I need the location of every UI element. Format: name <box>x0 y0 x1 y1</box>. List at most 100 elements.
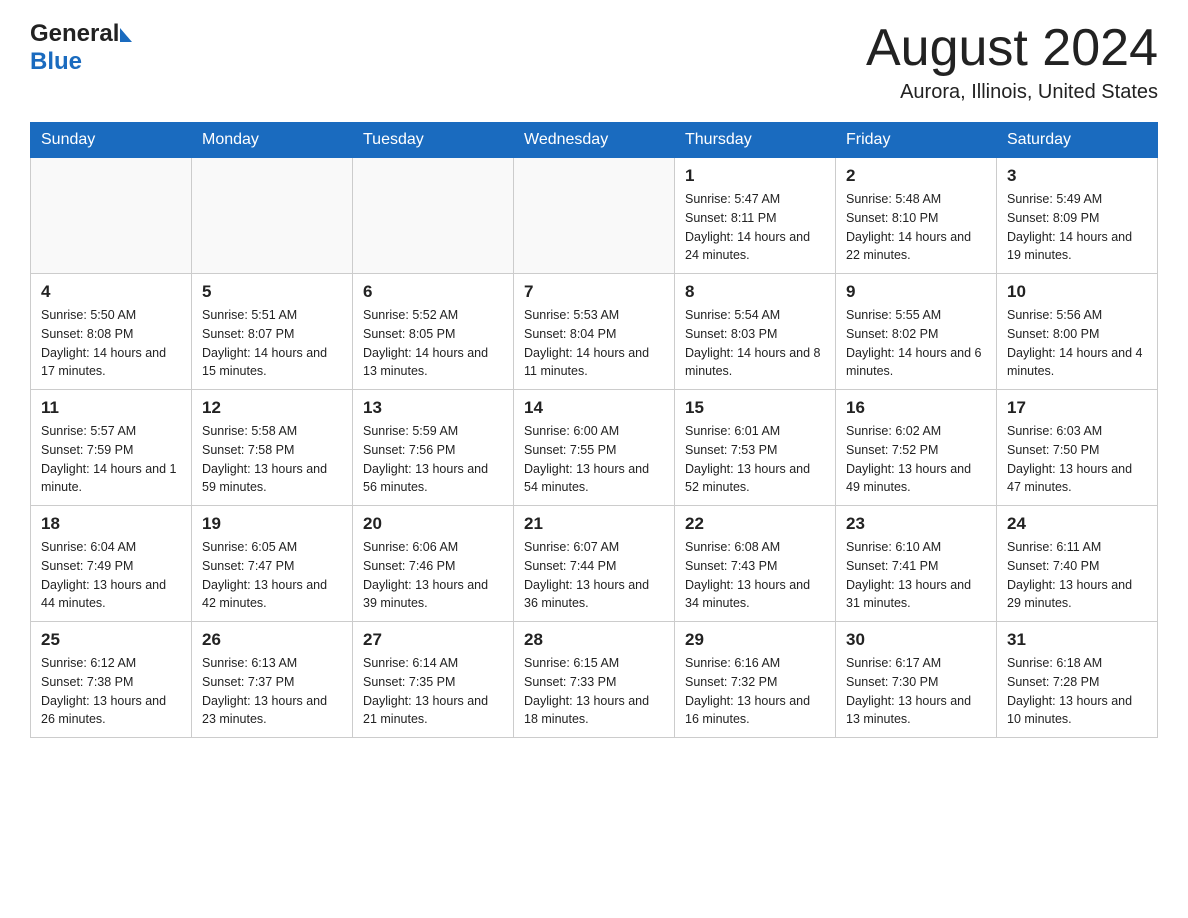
day-info: Sunrise: 6:14 AMSunset: 7:35 PMDaylight:… <box>363 654 503 729</box>
day-number: 9 <box>846 282 986 302</box>
day-cell: 26Sunrise: 6:13 AMSunset: 7:37 PMDayligh… <box>192 622 353 738</box>
day-number: 7 <box>524 282 664 302</box>
day-cell: 1Sunrise: 5:47 AMSunset: 8:11 PMDaylight… <box>675 158 836 274</box>
day-info: Sunrise: 6:06 AMSunset: 7:46 PMDaylight:… <box>363 538 503 613</box>
day-number: 17 <box>1007 398 1147 418</box>
day-number: 4 <box>41 282 181 302</box>
day-cell: 17 Sunrise: 6:03 AMSunset: 7:50 PMDayligh… <box>997 390 1158 506</box>
day-header-saturday: Saturday <box>997 123 1158 158</box>
day-info: Sunrise: 5:49 AMSunset: 8:09 PMDaylight:… <box>1007 190 1147 265</box>
day-info: Sunrise: 6:15 AMSunset: 7:33 PMDaylight:… <box>524 654 664 729</box>
day-cell: 4Sunrise: 5:50 AMSunset: 8:08 PMDaylight… <box>31 274 192 390</box>
day-info: Sunrise: 6:16 AMSunset: 7:32 PMDaylight:… <box>685 654 825 729</box>
day-number: 12 <box>202 398 342 418</box>
day-info: Sunrise: 5:47 AMSunset: 8:11 PMDaylight:… <box>685 190 825 265</box>
day-header-sunday: Sunday <box>31 123 192 158</box>
day-number: 31 <box>1007 630 1147 650</box>
day-cell: 18 Sunrise: 6:04 AMSunset: 7:49 PMDayligh… <box>31 506 192 622</box>
day-number: 8 <box>685 282 825 302</box>
calendar-header: SundayMondayTuesdayWednesdayThursdayFrid… <box>31 123 1158 158</box>
day-number: 23 <box>846 514 986 534</box>
day-number: 18 <box>41 514 181 534</box>
day-number: 24 <box>1007 514 1147 534</box>
day-info: Sunrise: 6:08 AMSunset: 7:43 PMDaylight:… <box>685 538 825 613</box>
day-cell: 5Sunrise: 5:51 AMSunset: 8:07 PMDaylight… <box>192 274 353 390</box>
day-header-monday: Monday <box>192 123 353 158</box>
day-cell: 8 Sunrise: 5:54 AMSunset: 8:03 PMDaylight… <box>675 274 836 390</box>
day-number: 21 <box>524 514 664 534</box>
day-cell: 28 Sunrise: 6:15 AMSunset: 7:33 PMDayligh… <box>514 622 675 738</box>
day-cell: 9 Sunrise: 5:55 AMSunset: 8:02 PMDaylight… <box>836 274 997 390</box>
week-row-1: 1Sunrise: 5:47 AMSunset: 8:11 PMDaylight… <box>31 158 1158 274</box>
day-cell: 6Sunrise: 5:52 AMSunset: 8:05 PMDaylight… <box>353 274 514 390</box>
day-info: Sunrise: 5:55 AMSunset: 8:02 PMDaylight:… <box>846 306 986 381</box>
week-row-5: 25Sunrise: 6:12 AMSunset: 7:38 PMDayligh… <box>31 622 1158 738</box>
week-row-3: 11 Sunrise: 5:57 AMSunset: 7:59 PMDayligh… <box>31 390 1158 506</box>
day-info: Sunrise: 6:10 AMSunset: 7:41 PMDaylight:… <box>846 538 986 613</box>
day-info: Sunrise: 6:18 AMSunset: 7:28 PMDaylight:… <box>1007 654 1147 729</box>
day-info: Sunrise: 6:01 AMSunset: 7:53 PMDaylight:… <box>685 422 825 497</box>
day-number: 26 <box>202 630 342 650</box>
day-info: Sunrise: 5:57 AMSunset: 7:59 PMDaylight:… <box>41 422 181 497</box>
day-cell: 2 Sunrise: 5:48 AMSunset: 8:10 PMDaylight… <box>836 158 997 274</box>
day-number: 15 <box>685 398 825 418</box>
day-cell <box>192 158 353 274</box>
page-header: General Blue August 2024 Aurora, Illinoi… <box>30 20 1158 104</box>
day-header-wednesday: Wednesday <box>514 123 675 158</box>
week-row-2: 4Sunrise: 5:50 AMSunset: 8:08 PMDaylight… <box>31 274 1158 390</box>
day-cell: 23 Sunrise: 6:10 AMSunset: 7:41 PMDayligh… <box>836 506 997 622</box>
day-cell <box>353 158 514 274</box>
day-cell: 31 Sunrise: 6:18 AMSunset: 7:28 PMDayligh… <box>997 622 1158 738</box>
day-info: Sunrise: 5:58 AMSunset: 7:58 PMDaylight:… <box>202 422 342 497</box>
logo-general-text: General <box>30 20 119 48</box>
day-info: Sunrise: 5:56 AMSunset: 8:00 PMDaylight:… <box>1007 306 1147 381</box>
day-number: 6 <box>363 282 503 302</box>
day-number: 10 <box>1007 282 1147 302</box>
day-number: 11 <box>41 398 181 418</box>
day-header-friday: Friday <box>836 123 997 158</box>
day-number: 13 <box>363 398 503 418</box>
day-number: 30 <box>846 630 986 650</box>
day-cell: 21 Sunrise: 6:07 AMSunset: 7:44 PMDayligh… <box>514 506 675 622</box>
day-info: Sunrise: 6:17 AMSunset: 7:30 PMDaylight:… <box>846 654 986 729</box>
month-title: August 2024 <box>866 20 1158 77</box>
week-row-4: 18 Sunrise: 6:04 AMSunset: 7:49 PMDayligh… <box>31 506 1158 622</box>
calendar-body: 1Sunrise: 5:47 AMSunset: 8:11 PMDaylight… <box>31 158 1158 738</box>
day-number: 28 <box>524 630 664 650</box>
day-cell: 16 Sunrise: 6:02 AMSunset: 7:52 PMDayligh… <box>836 390 997 506</box>
day-info: Sunrise: 6:11 AMSunset: 7:40 PMDaylight:… <box>1007 538 1147 613</box>
day-cell: 15 Sunrise: 6:01 AMSunset: 7:53 PMDayligh… <box>675 390 836 506</box>
day-cell: 7 Sunrise: 5:53 AMSunset: 8:04 PMDaylight… <box>514 274 675 390</box>
day-number: 5 <box>202 282 342 302</box>
day-cell <box>514 158 675 274</box>
day-number: 16 <box>846 398 986 418</box>
day-cell: 12 Sunrise: 5:58 AMSunset: 7:58 PMDayligh… <box>192 390 353 506</box>
day-cell: 14Sunrise: 6:00 AMSunset: 7:55 PMDayligh… <box>514 390 675 506</box>
day-info: Sunrise: 5:59 AMSunset: 7:56 PMDaylight:… <box>363 422 503 497</box>
day-info: Sunrise: 5:53 AMSunset: 8:04 PMDaylight:… <box>524 306 664 381</box>
day-number: 20 <box>363 514 503 534</box>
day-info: Sunrise: 6:03 AMSunset: 7:50 PMDaylight:… <box>1007 422 1147 497</box>
day-cell: 10 Sunrise: 5:56 AMSunset: 8:00 PMDayligh… <box>997 274 1158 390</box>
calendar-table: SundayMondayTuesdayWednesdayThursdayFrid… <box>30 122 1158 738</box>
header-row: SundayMondayTuesdayWednesdayThursdayFrid… <box>31 123 1158 158</box>
day-info: Sunrise: 6:04 AMSunset: 7:49 PMDaylight:… <box>41 538 181 613</box>
day-number: 3 <box>1007 166 1147 186</box>
day-cell: 13 Sunrise: 5:59 AMSunset: 7:56 PMDayligh… <box>353 390 514 506</box>
logo-arrow-icon <box>120 28 132 42</box>
day-info: Sunrise: 6:02 AMSunset: 7:52 PMDaylight:… <box>846 422 986 497</box>
day-cell: 3 Sunrise: 5:49 AMSunset: 8:09 PMDaylight… <box>997 158 1158 274</box>
day-info: Sunrise: 5:54 AMSunset: 8:03 PMDaylight:… <box>685 306 825 381</box>
day-cell: 19Sunrise: 6:05 AMSunset: 7:47 PMDayligh… <box>192 506 353 622</box>
day-info: Sunrise: 6:07 AMSunset: 7:44 PMDaylight:… <box>524 538 664 613</box>
day-info: Sunrise: 6:05 AMSunset: 7:47 PMDaylight:… <box>202 538 342 613</box>
day-cell: 29Sunrise: 6:16 AMSunset: 7:32 PMDayligh… <box>675 622 836 738</box>
day-info: Sunrise: 5:48 AMSunset: 8:10 PMDaylight:… <box>846 190 986 265</box>
day-number: 22 <box>685 514 825 534</box>
day-number: 2 <box>846 166 986 186</box>
day-header-tuesday: Tuesday <box>353 123 514 158</box>
day-header-thursday: Thursday <box>675 123 836 158</box>
day-cell: 20 Sunrise: 6:06 AMSunset: 7:46 PMDayligh… <box>353 506 514 622</box>
day-cell: 25Sunrise: 6:12 AMSunset: 7:38 PMDayligh… <box>31 622 192 738</box>
day-cell: 11 Sunrise: 5:57 AMSunset: 7:59 PMDayligh… <box>31 390 192 506</box>
